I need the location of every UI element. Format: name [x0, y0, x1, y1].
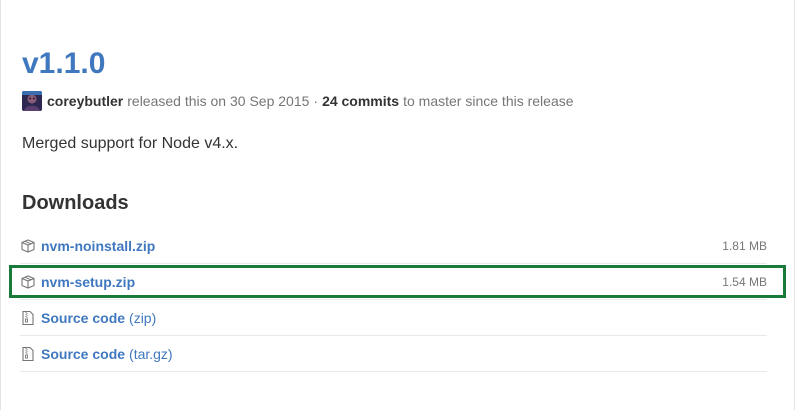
- file-zip-icon: [20, 346, 36, 362]
- asset-link-nvm-setup[interactable]: nvm-setup.zip: [41, 274, 135, 290]
- downloads-heading: Downloads: [22, 192, 129, 214]
- author-link[interactable]: coreybutler: [47, 93, 123, 109]
- released-text: released this on 30 Sep 2015: [127, 93, 310, 109]
- source-code-label: Source code: [41, 309, 126, 326]
- commits-suffix: to master since this release: [403, 93, 574, 109]
- source-code-label: Source code: [41, 345, 126, 362]
- asset-link-nvm-noinstall[interactable]: nvm-noinstall.zip: [41, 238, 155, 254]
- release-panel: v1.1.0 coreybutler released this on 30 S…: [0, 0, 795, 410]
- file-zip-icon: [20, 310, 36, 326]
- avatar[interactable]: [22, 91, 42, 111]
- source-code-ext: (tar.gz): [129, 345, 173, 362]
- package-icon: [20, 274, 36, 290]
- meta-separator: ·: [313, 93, 319, 109]
- download-row: Source code (tar.gz): [20, 336, 767, 372]
- download-row: Source code (zip): [20, 300, 767, 336]
- package-icon: [20, 238, 36, 254]
- source-code-targz-link[interactable]: Source code (tar.gz): [41, 346, 173, 362]
- download-row: nvm-noinstall.zip 1.81 MB: [20, 228, 767, 264]
- release-meta: coreybutler released this on 30 Sep 2015…: [22, 91, 574, 111]
- release-title[interactable]: v1.1.0: [22, 44, 105, 84]
- asset-size: 1.54 MB: [722, 274, 767, 289]
- release-description: Merged support for Node v4.x.: [22, 135, 239, 152]
- commits-count-link[interactable]: 24 commits: [322, 93, 399, 109]
- source-code-ext: (zip): [129, 309, 157, 326]
- download-row: nvm-setup.zip 1.54 MB: [20, 264, 767, 300]
- source-code-zip-link[interactable]: Source code (zip): [41, 310, 156, 326]
- asset-size: 1.81 MB: [722, 238, 767, 253]
